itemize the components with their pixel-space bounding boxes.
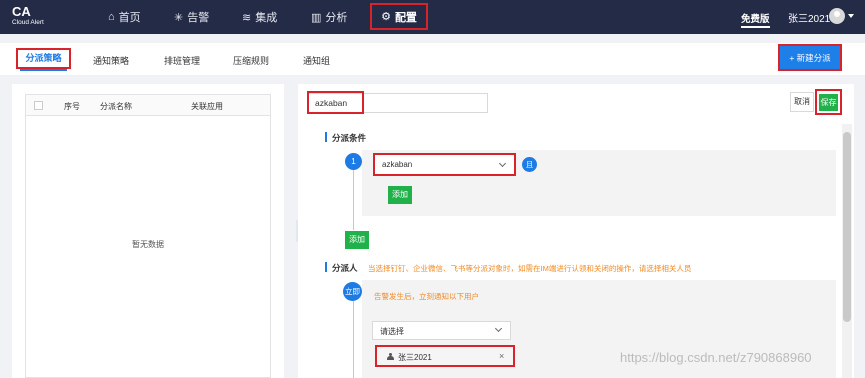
sub-tabs: 分派策略 通知策略 排班管理 压缩规则 通知组 bbox=[0, 43, 865, 75]
nav-integration-label: 集成 bbox=[255, 12, 278, 24]
column-name: 分派名称 bbox=[100, 102, 132, 111]
gear-icon: ⚙ bbox=[381, 11, 391, 23]
assignee-chip-label: 张三2021 bbox=[398, 353, 432, 362]
avatar[interactable] bbox=[829, 8, 845, 24]
tab-notify-policy[interactable]: 通知策略 bbox=[93, 54, 129, 67]
home-icon: ⌂ bbox=[108, 11, 115, 23]
dispatch-list-panel: 序号 分派名称 关联应用 暂无数据 bbox=[12, 84, 284, 378]
nav-config[interactable]: ⚙ 配置 bbox=[370, 3, 428, 30]
tab-dispatch-policy[interactable]: 分派策略 bbox=[16, 48, 71, 71]
chevron-down-icon bbox=[494, 324, 503, 333]
condition-index: 1 bbox=[345, 153, 362, 170]
top-navigation-bar: CA Cloud Alert ⌂ 首页 ✳ 告警 ≋ 集成 ▥ 分析 ⚙ 配置 … bbox=[0, 0, 865, 34]
user-name[interactable]: 张三2021 bbox=[788, 10, 830, 25]
nav-analysis-label: 分析 bbox=[325, 12, 348, 24]
empty-state: 暂无数据 bbox=[132, 240, 164, 249]
cancel-button[interactable]: 取消 bbox=[790, 92, 814, 112]
chevron-down-icon bbox=[498, 159, 507, 168]
alarm-icon: ✳ bbox=[174, 11, 184, 24]
chart-icon: ▥ bbox=[311, 11, 322, 24]
divider bbox=[353, 160, 354, 230]
nav-alarm[interactable]: ✳ 告警 bbox=[174, 0, 209, 34]
assignee-chip[interactable]: 张三2021 × bbox=[375, 345, 515, 367]
nav-home[interactable]: ⌂ 首页 bbox=[108, 0, 141, 34]
column-seq: 序号 bbox=[64, 102, 80, 111]
nav-home-label: 首页 bbox=[118, 12, 141, 24]
condition-app-select[interactable]: azkaban bbox=[373, 153, 516, 176]
and-tag[interactable]: 且 bbox=[522, 157, 537, 172]
tab-notify-group[interactable]: 通知组 bbox=[303, 54, 330, 67]
save-button[interactable]: 保存 bbox=[815, 89, 842, 115]
layers-icon: ≋ bbox=[242, 11, 252, 24]
dispatch-name-value[interactable]: azkaban bbox=[307, 91, 364, 114]
column-app: 关联应用 bbox=[191, 102, 223, 111]
scrollbar-thumb[interactable] bbox=[843, 132, 851, 322]
conditions-title: 分派条件 bbox=[325, 132, 366, 144]
edition-badge[interactable]: 免费版 bbox=[741, 11, 770, 28]
assignee-select[interactable]: 请选择 bbox=[372, 321, 511, 340]
add-condition-button[interactable]: 添加 bbox=[345, 231, 369, 249]
immediate-hint: 告警发生后，立刻通知以下用户 bbox=[374, 292, 479, 301]
nav-config-label: 配置 bbox=[394, 11, 417, 24]
condition-app-value: azkaban bbox=[382, 160, 413, 169]
user-icon bbox=[387, 353, 394, 360]
logo-text: CA bbox=[12, 4, 31, 19]
table-header: 序号 分派名称 关联应用 bbox=[26, 95, 270, 116]
nav-integration[interactable]: ≋ 集成 bbox=[242, 0, 277, 34]
chevron-down-icon[interactable] bbox=[848, 14, 854, 18]
scrollbar[interactable] bbox=[842, 124, 852, 378]
immediate-tag: 立即 bbox=[343, 282, 362, 301]
new-dispatch-button[interactable]: + 新建分派 bbox=[778, 44, 842, 71]
nav-alarm-label: 告警 bbox=[187, 12, 210, 24]
assignee-select-placeholder: 请选择 bbox=[380, 327, 404, 336]
add-inner-condition-button[interactable]: 添加 bbox=[388, 186, 412, 204]
nav-analysis[interactable]: ▥ 分析 bbox=[311, 0, 347, 34]
tab-schedule[interactable]: 排班管理 bbox=[164, 54, 200, 67]
select-all-checkbox[interactable] bbox=[34, 101, 43, 110]
assignee-hint: 当选择钉钉、企业微信、飞书等分派对象时，如需在IM端进行认领和关闭的操作，请选择… bbox=[368, 264, 692, 273]
watermark: https://blog.csdn.net/z790868960 bbox=[620, 350, 812, 365]
save-button-label: 保存 bbox=[819, 93, 838, 111]
logo-subtitle: Cloud Alert bbox=[12, 19, 44, 26]
tab-compress-rules[interactable]: 压缩规则 bbox=[233, 54, 269, 67]
divider bbox=[353, 300, 354, 378]
close-icon[interactable]: × bbox=[499, 351, 504, 361]
assignee-title: 分派人 bbox=[325, 262, 358, 274]
logo[interactable]: CA Cloud Alert bbox=[12, 5, 44, 27]
dispatch-table: 序号 分派名称 关联应用 暂无数据 bbox=[25, 94, 271, 378]
